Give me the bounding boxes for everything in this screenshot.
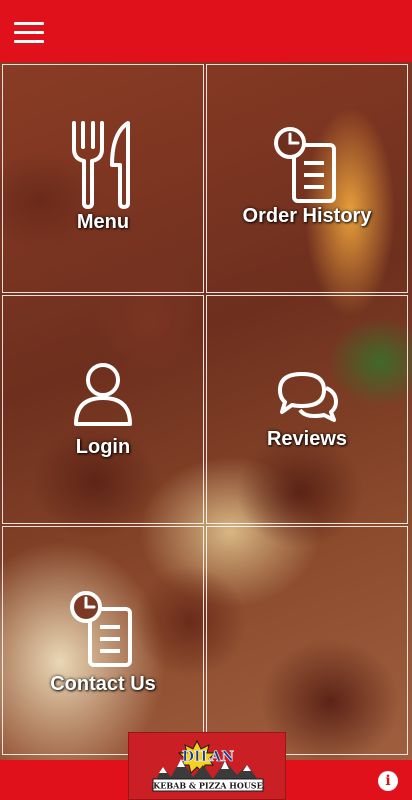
fork-knife-icon <box>72 121 130 209</box>
top-app-bar <box>0 0 412 62</box>
svg-text:KEBAB & PIZZA HOUSE: KEBAB & PIZZA HOUSE <box>153 781 262 791</box>
clock-document-icon <box>70 591 132 667</box>
logo-artwork: DILAN KEBAB & PIZZA HOUSE <box>151 739 265 792</box>
chat-bubbles-icon <box>278 372 338 422</box>
dilan-logo: DILAN KEBAB & PIZZA HOUSE <box>128 732 286 800</box>
tile-empty <box>206 526 408 755</box>
tile-menu[interactable]: Menu <box>2 64 204 293</box>
user-icon <box>74 363 132 426</box>
tile-login-label: Login <box>75 436 131 458</box>
clock-document-icon <box>274 127 336 203</box>
info-glyph: i <box>385 773 391 789</box>
svg-text:DILAN: DILAN <box>182 749 234 765</box>
tile-contact-us[interactable]: Contact Us <box>2 526 204 755</box>
tile-login[interactable]: Login <box>2 295 204 524</box>
info-icon[interactable]: i <box>378 771 398 791</box>
tile-order-history[interactable]: Order History <box>206 64 408 293</box>
tile-reviews[interactable]: Reviews <box>206 295 408 524</box>
tile-menu-label: Menu <box>76 211 130 233</box>
home-tile-grid: Menu Order History Login Reviews Contact… <box>2 64 410 758</box>
tile-order-history-label: Order History <box>242 205 372 227</box>
hamburger-icon[interactable] <box>14 22 44 44</box>
tile-contact-us-label: Contact Us <box>50 673 156 695</box>
tile-reviews-label: Reviews <box>266 428 348 450</box>
